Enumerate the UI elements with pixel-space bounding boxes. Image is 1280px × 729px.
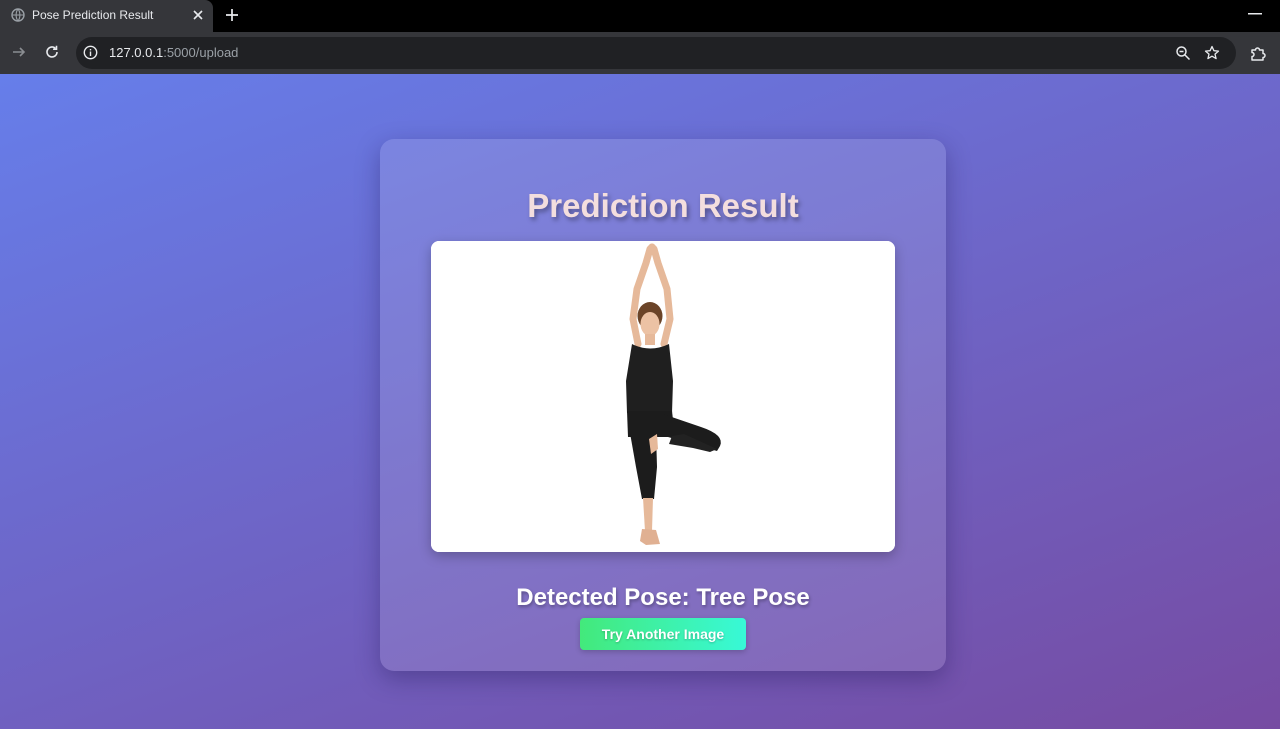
yoga-tree-pose-photo (431, 241, 895, 552)
close-icon[interactable] (191, 8, 205, 22)
zoom-icon[interactable] (1175, 45, 1191, 61)
forward-icon[interactable] (11, 44, 27, 60)
reload-icon[interactable] (44, 44, 60, 60)
page-title: Prediction Result (527, 187, 799, 224)
result-card: Prediction Result Detected Pose: Tree Po… (380, 139, 946, 671)
browser-tab[interactable]: Pose Prediction Result (0, 0, 213, 32)
url-host: 127.0.0.1 (109, 45, 164, 60)
detected-pose-label: Detected Pose: Tree Pose (516, 584, 810, 611)
tab-strip: Pose Prediction Result (0, 0, 1280, 32)
plus-icon[interactable] (224, 7, 240, 23)
tab-title: Pose Prediction Result (32, 8, 154, 22)
extensions-icon[interactable] (1249, 44, 1267, 62)
minimize-icon[interactable] (1248, 13, 1262, 15)
try-another-image-button[interactable]: Try Another Image (580, 618, 746, 650)
star-icon[interactable] (1204, 45, 1220, 61)
url-text[interactable]: 127.0.0.1:5000/upload (109, 45, 238, 60)
info-icon[interactable] (83, 45, 98, 60)
page-viewport: Prediction Result Detected Pose: Tree Po… (0, 74, 1280, 729)
uploaded-image (431, 241, 895, 552)
globe-icon (11, 8, 25, 22)
address-bar[interactable] (76, 37, 1236, 69)
url-path: :5000/upload (163, 45, 239, 60)
